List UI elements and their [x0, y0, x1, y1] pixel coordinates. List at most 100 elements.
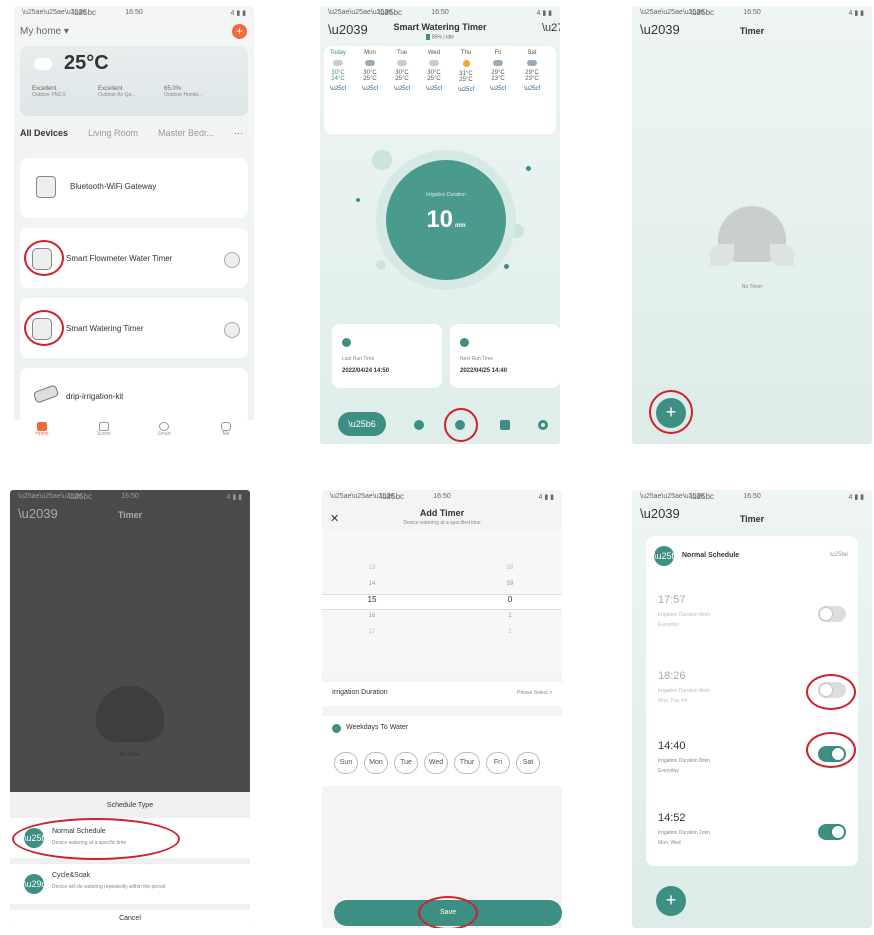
schedule-type-sheet: Schedule Type \u25f4 Normal Schedule Dev…: [10, 792, 250, 928]
rain-icon: [527, 60, 537, 66]
sheet-title: Schedule Type: [106, 802, 154, 809]
weekday-fri[interactable]: Fri: [486, 752, 510, 774]
duration-dial: Irrigation Duration 10 min: [376, 150, 516, 290]
drop-icon: \u25cf: [393, 86, 411, 92]
status-bar: \u25ae\u25ae\u25ae \u25bc 16:50 4 ▮ ▮: [330, 492, 554, 501]
device-status: 85% | Idle: [320, 34, 560, 40]
scene-icon: [99, 422, 109, 431]
next-run-card: Next Run Time 2022/04/25 14:40: [450, 324, 560, 388]
device-name: drip-irrigation-kit: [66, 392, 124, 401]
sun-icon: [462, 60, 470, 67]
record-icon[interactable]: [500, 420, 510, 430]
duration-value: 10 min: [426, 206, 466, 233]
weather-card: 25°C Excellent Outdoor PM2.5 Excellent Out…: [20, 46, 248, 116]
add-timer-button[interactable]: +: [656, 886, 686, 916]
page-title: Smart Watering Timer: [393, 22, 487, 32]
drip-kit-icon: [32, 384, 60, 404]
page-title: Timer: [739, 514, 765, 524]
minute-column[interactable]: 58 59 0 1 2: [500, 560, 520, 640]
bubble-decoration: [504, 264, 509, 269]
option-cycle-soak[interactable]: \u29d7 Cycle&Soak Device will do waterin…: [10, 864, 250, 904]
device-name: Bluetooth-WiFi Gateway: [70, 182, 157, 191]
tab-all-devices[interactable]: All Devices: [20, 128, 68, 138]
enable-toggle[interactable]: [818, 606, 846, 622]
hour-column[interactable]: 13 14 15 16 17: [362, 560, 382, 640]
chevron-down-icon: \u25be: [829, 552, 848, 558]
status-bar: \u25ae\u25ae\u25ae \u25bc 16:50 4 ▮ ▮: [640, 8, 864, 17]
weekday-wed[interactable]: Wed: [424, 752, 448, 774]
picker-highlight: [322, 594, 562, 610]
device-card-gateway[interactable]: Bluetooth-WiFi Gateway: [20, 158, 248, 218]
drop-icon: \u25cf: [489, 86, 507, 92]
drop-icon: \u25cf: [329, 86, 347, 92]
check-icon: [332, 724, 341, 733]
empty-text: No Timer: [119, 752, 141, 758]
page-title: Timer: [117, 510, 143, 520]
status-bar: \u25ae\u25ae\u25ae \u25bc 16:50 4 ▮ ▮: [328, 8, 552, 17]
home-screen: \u25ae\u25ae\u25ae \u25bc 16:50 4 ▮ ▮ My…: [14, 6, 254, 444]
weekdays-section: Weekdays To Water Sun Mon Tue Wed Thur F…: [322, 716, 562, 786]
bottom-nav: Home Scene Smart Me: [14, 420, 254, 444]
time-picker[interactable]: 13 14 15 16 17 58 59 0 1 2: [322, 530, 562, 672]
weather-forecast: Today 30°C 24°C \u25cf Mon 30°C 25°C \u25cf Tu…: [324, 46, 556, 134]
play-button[interactable]: \u25b6: [338, 412, 386, 436]
add-device-button[interactable]: +: [232, 24, 247, 39]
add-timer-screen: \u25ae\u25ae\u25ae \u25bc 16:50 4 ▮ ▮ ✕ Ad…: [322, 490, 562, 928]
tab-living-room[interactable]: Living Room: [88, 128, 138, 138]
status-bar: \u25ae\u25ae\u25ae \u25bc 16:50 4 ▮ ▮: [640, 492, 864, 501]
cloud-icon: [34, 58, 52, 70]
bubble-decoration: [376, 260, 386, 270]
room-tabs: All Devices Living Room Master Bedr... ·…: [20, 128, 250, 142]
more-tabs-icon[interactable]: ···: [234, 128, 243, 138]
weekday-sun[interactable]: Sun: [334, 752, 358, 774]
clock-icon: \u25f4: [654, 546, 679, 566]
timer-entry[interactable]: 14:52 Irrigation Duration 1min Mon, Wed: [646, 802, 858, 866]
duration-row[interactable]: Irrigation Duration Please Select >: [322, 682, 562, 706]
cancel-button[interactable]: Cancel: [10, 910, 250, 928]
smart-icon: [159, 422, 169, 431]
nav-scene[interactable]: Scene: [92, 422, 116, 437]
temperature: 25°C: [64, 52, 109, 74]
home-selector[interactable]: My home ▾: [20, 26, 69, 37]
page-title: Add Timer: [419, 508, 465, 518]
bubble-decoration: [526, 166, 531, 171]
tab-master-bedroom[interactable]: Master Bedr...: [158, 128, 214, 138]
cloud-icon: [333, 60, 343, 66]
page-title: Timer: [739, 26, 765, 36]
group-header[interactable]: \u25f4 Normal Schedule \u25be: [646, 536, 858, 576]
home-icon: [37, 422, 47, 431]
device-name: Smart Flowmeter Water Timer: [66, 254, 173, 263]
weekday-thur[interactable]: Thur: [454, 752, 480, 774]
device-screen: \u25ae\u25ae\u25ae \u25bc 16:50 4 ▮ ▮ \u20…: [320, 6, 560, 444]
device-card-drip-kit[interactable]: drip-irrigation-kit: [20, 368, 248, 424]
cloud-icon: [397, 60, 407, 66]
weekday-tue[interactable]: Tue: [394, 752, 418, 774]
power-button[interactable]: [224, 252, 240, 268]
nav-home[interactable]: Home: [30, 422, 54, 437]
status-bar: \u25ae\u25ae\u25ae \u25bc 16:50 4 ▮ ▮: [22, 8, 246, 17]
enable-toggle[interactable]: [818, 824, 846, 840]
last-run-card: Last Run Time 2022/04/24 14:50: [332, 324, 442, 388]
schedule-list: \u25f4 Normal Schedule \u25be 17:57 Irri…: [646, 536, 858, 866]
bubble-decoration: [372, 150, 392, 170]
edit-button[interactable]: \u270e: [542, 22, 560, 34]
clock-icon: [460, 338, 469, 347]
schedule-type-screen: \u25ae\u25ae\u25ae \u25bc 16:50 4 ▮ ▮ \u20…: [10, 490, 250, 928]
device-name: Smart Watering Timer: [66, 324, 144, 333]
timer-empty-screen: \u25ae\u25ae\u25ae \u25bc 16:50 4 ▮ ▮ \u20…: [632, 6, 872, 444]
drop-icon: \u25cf: [457, 87, 475, 93]
timer-entry[interactable]: 17:57 Irrigation Duration 8min Everyday: [646, 582, 858, 652]
nav-me[interactable]: Me: [214, 422, 238, 437]
settings-icon[interactable]: [538, 420, 548, 430]
gateway-icon: [36, 176, 56, 198]
weekday-sat[interactable]: Sat: [516, 752, 540, 774]
weekday-mon[interactable]: Mon: [364, 752, 388, 774]
timer-list-screen: \u25ae\u25ae\u25ae \u25bc 16:50 4 ▮ ▮ \u20…: [632, 490, 872, 928]
hourglass-icon: \u29d7: [24, 874, 52, 894]
empty-illustration: [88, 686, 172, 750]
history-icon[interactable]: [414, 420, 424, 430]
power-button[interactable]: [224, 322, 240, 338]
nav-smart[interactable]: Smart: [152, 422, 176, 437]
drop-icon: \u25cf: [425, 86, 443, 92]
bubble-decoration: [356, 198, 360, 202]
